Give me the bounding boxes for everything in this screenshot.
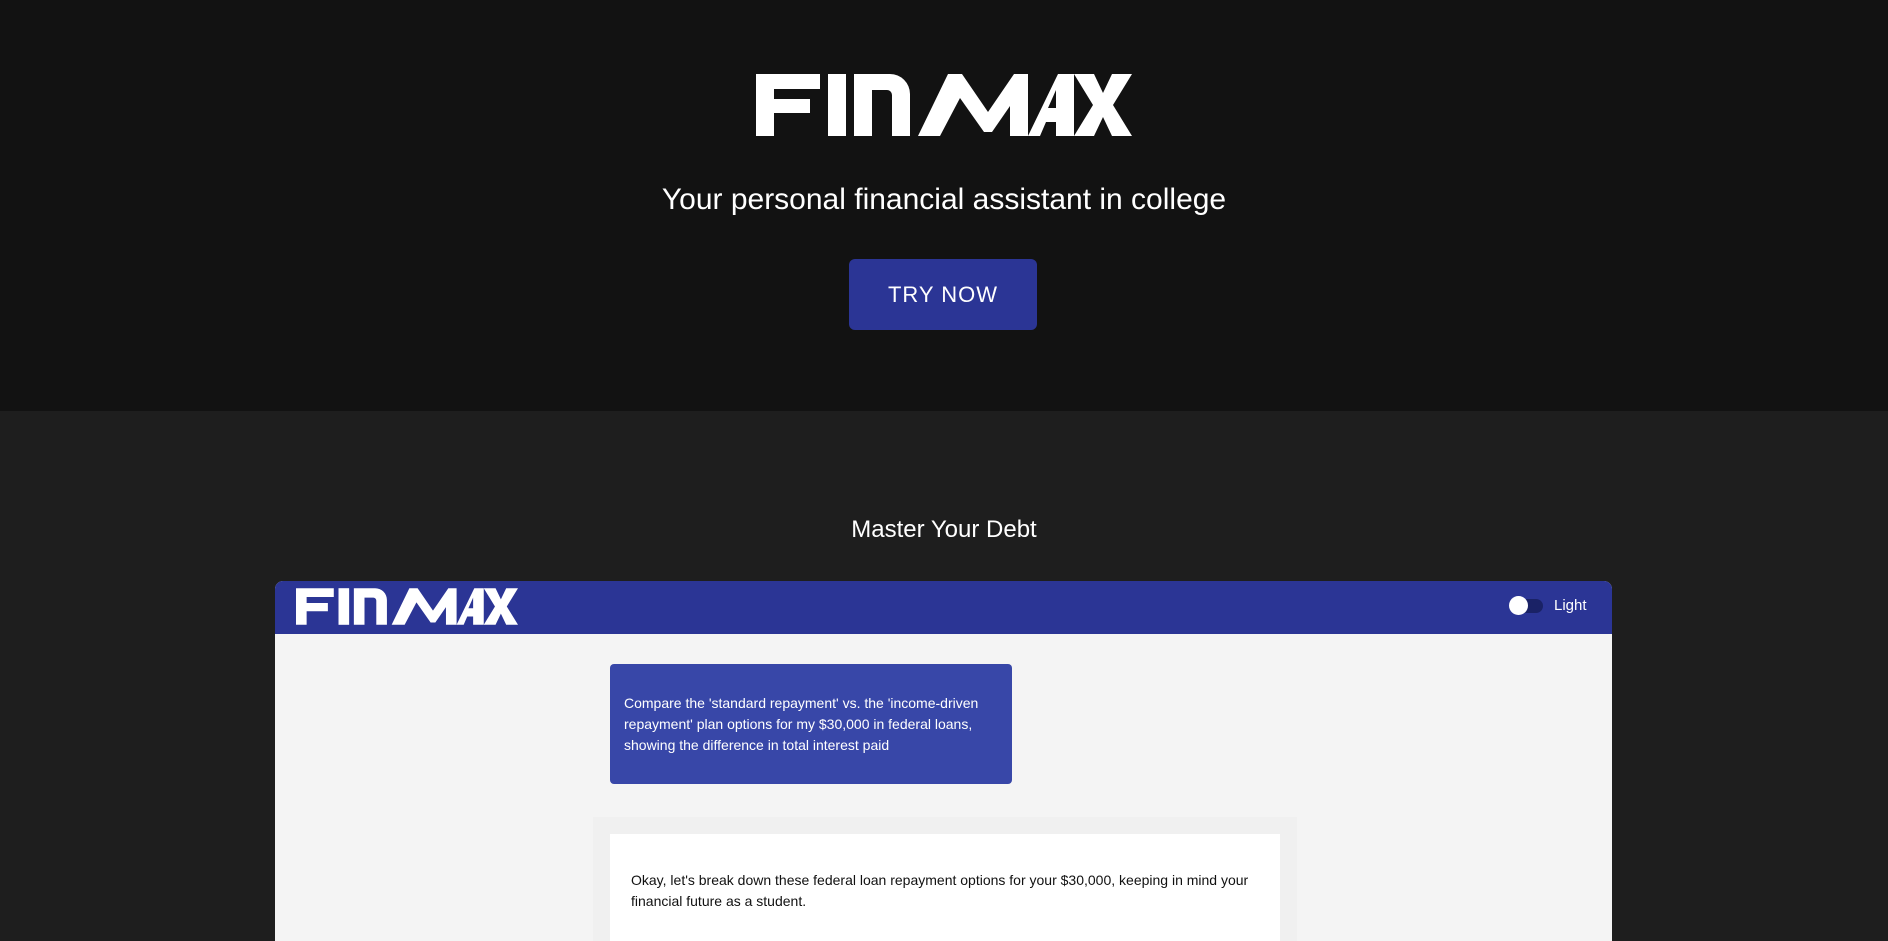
finmax-logo-small: [296, 588, 518, 625]
hero-section: Your personal financial assistant in col…: [0, 0, 1888, 411]
theme-toggle-knob: [1509, 596, 1528, 615]
section-title: Master Your Debt: [851, 516, 1037, 543]
finmax-logo: [756, 74, 1132, 136]
feature-section: Master Your Debt Light Compare the 'stan…: [0, 411, 1888, 941]
assistant-reply-container: Okay, let's break down these federal loa…: [593, 817, 1297, 941]
theme-toggle-label: Light: [1554, 597, 1587, 614]
try-now-button[interactable]: TRY NOW: [849, 259, 1037, 330]
chat-demo-header: Light: [275, 581, 1612, 634]
hero-tagline: Your personal financial assistant in col…: [661, 183, 1227, 216]
chat-demo-window: Light Compare the 'standard repayment' v…: [275, 581, 1612, 941]
theme-toggle[interactable]: [1509, 596, 1543, 615]
assistant-reply-card: Okay, let's break down these federal loa…: [610, 834, 1280, 941]
user-message-bubble: Compare the 'standard repayment' vs. the…: [610, 664, 1012, 784]
